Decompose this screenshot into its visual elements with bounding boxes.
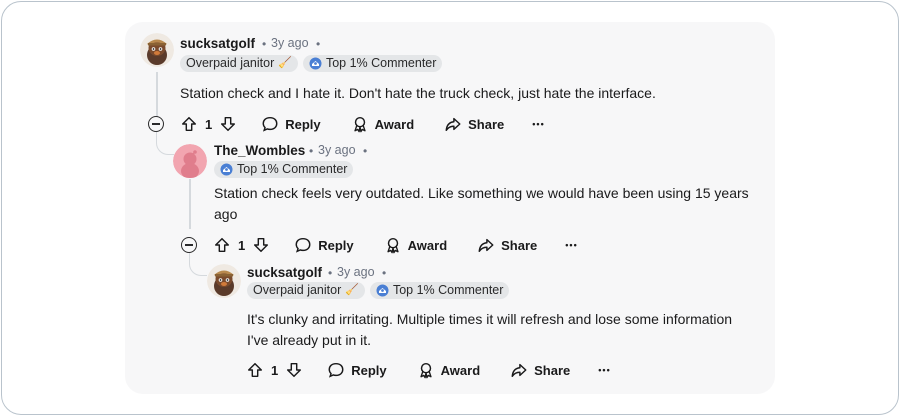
avatar[interactable] <box>173 144 207 178</box>
thread-connector <box>156 132 174 155</box>
flair-row: Overpaid janitor 🧹 Top 1% Commenter <box>180 55 443 72</box>
meta-separator: • <box>309 144 314 158</box>
flair-label: Top 1% Commenter <box>325 56 437 70</box>
award-label: Award <box>374 116 415 132</box>
award-label: Award <box>440 362 481 378</box>
broom-icon: 🧹 <box>345 284 359 296</box>
comment-body: Station check and I hate it. Don't hate … <box>180 85 656 101</box>
more-options-button[interactable]: ••• <box>598 360 610 380</box>
top-commenter-icon <box>376 284 389 297</box>
reply-label: Reply <box>318 237 354 253</box>
reply-button[interactable]: Reply <box>294 235 354 255</box>
top-commenter-icon <box>309 57 322 70</box>
comment-username[interactable]: sucksatgolf <box>247 265 322 280</box>
downvote-icon <box>254 237 269 253</box>
thread-line <box>189 179 191 229</box>
user-flair: Overpaid janitor 🧹 <box>180 55 298 72</box>
vote-count: 1 <box>271 362 279 378</box>
meta-separator: • <box>363 144 368 158</box>
top-commenter-badge: Top 1% Commenter <box>369 282 510 299</box>
comment-thread-card: sucksatgolf • 3y ago • Overpaid janitor … <box>125 22 775 394</box>
comment-age[interactable]: 3y ago <box>337 265 375 279</box>
share-label: Share <box>468 116 505 132</box>
downvote-icon <box>221 116 236 132</box>
share-label: Share <box>501 237 538 253</box>
upvote-button[interactable] <box>180 114 198 134</box>
comment-actions: 1 Reply Award Share ••• <box>213 235 578 255</box>
award-icon <box>354 116 366 133</box>
comment-actions: 1 Reply Award Share ••• <box>180 114 545 134</box>
flair-row: Top 1% Commenter <box>214 161 354 178</box>
thread-line <box>156 72 158 122</box>
flair-row: Overpaid janitor 🧹 Top 1% Commenter <box>247 282 510 299</box>
vote-count: 1 <box>238 237 246 253</box>
share-label: Share <box>534 362 571 378</box>
flair-label: Top 1% Commenter <box>237 162 348 176</box>
meta-separator: • <box>262 37 267 51</box>
downvote-icon <box>287 362 302 378</box>
share-button[interactable]: Share <box>444 114 504 134</box>
upvote-button[interactable] <box>246 360 264 380</box>
upvote-icon <box>181 116 197 132</box>
broom-icon: 🧹 <box>278 57 292 69</box>
flair-label: Overpaid janitor <box>253 283 342 297</box>
upvote-icon <box>247 362 263 378</box>
share-button[interactable]: Share <box>510 360 570 380</box>
meta-separator: • <box>382 266 387 280</box>
comment-username[interactable]: sucksatgolf <box>180 36 255 51</box>
reply-icon <box>328 362 344 378</box>
reply-button[interactable]: Reply <box>261 114 321 134</box>
downvote-button[interactable] <box>252 235 270 255</box>
user-flair: Overpaid janitor 🧹 <box>247 282 365 299</box>
more-options-button[interactable]: ••• <box>565 235 577 255</box>
reply-label: Reply <box>351 362 387 378</box>
award-label: Award <box>407 237 448 253</box>
thread-connector <box>189 253 207 276</box>
reply-icon <box>295 237 311 253</box>
flair-label: Overpaid janitor <box>186 56 275 70</box>
reply-label: Reply <box>285 116 321 132</box>
vote-count: 1 <box>205 116 213 132</box>
collapse-thread-button[interactable] <box>148 116 164 132</box>
flair-label: Top 1% Commenter <box>392 283 504 297</box>
award-button[interactable]: Award <box>384 235 448 255</box>
more-options-button[interactable]: ••• <box>532 114 544 134</box>
reply-icon <box>262 116 278 132</box>
comment-actions: 1 Reply Award Share ••• <box>246 360 611 380</box>
comment-username[interactable]: The_Wombles <box>214 143 305 158</box>
avatar[interactable] <box>207 264 241 298</box>
meta-separator: • <box>316 37 321 51</box>
comment-body: Station check feels very outdated. Like … <box>214 185 749 222</box>
award-icon <box>387 237 399 254</box>
award-button[interactable]: Award <box>351 114 415 134</box>
award-icon <box>420 362 432 379</box>
top-commenter-icon <box>220 163 233 176</box>
reply-button[interactable]: Reply <box>327 360 387 380</box>
upvote-button[interactable] <box>213 235 231 255</box>
comment-age[interactable]: 3y ago <box>318 143 356 157</box>
upvote-icon <box>214 237 230 253</box>
share-icon <box>478 238 494 253</box>
share-icon <box>511 363 527 378</box>
collapse-thread-button[interactable] <box>181 237 197 253</box>
comment-age[interactable]: 3y ago <box>271 36 309 50</box>
top-commenter-badge: Top 1% Commenter <box>302 55 443 72</box>
top-commenter-badge: Top 1% Commenter <box>214 161 354 178</box>
downvote-button[interactable] <box>285 360 303 380</box>
share-icon <box>445 117 461 132</box>
share-button[interactable]: Share <box>477 235 537 255</box>
meta-separator: • <box>328 266 333 280</box>
downvote-button[interactable] <box>219 114 237 134</box>
award-button[interactable]: Award <box>417 360 481 380</box>
avatar[interactable] <box>140 33 174 67</box>
comment-body: It's clunky and irritating. Multiple tim… <box>247 311 733 348</box>
